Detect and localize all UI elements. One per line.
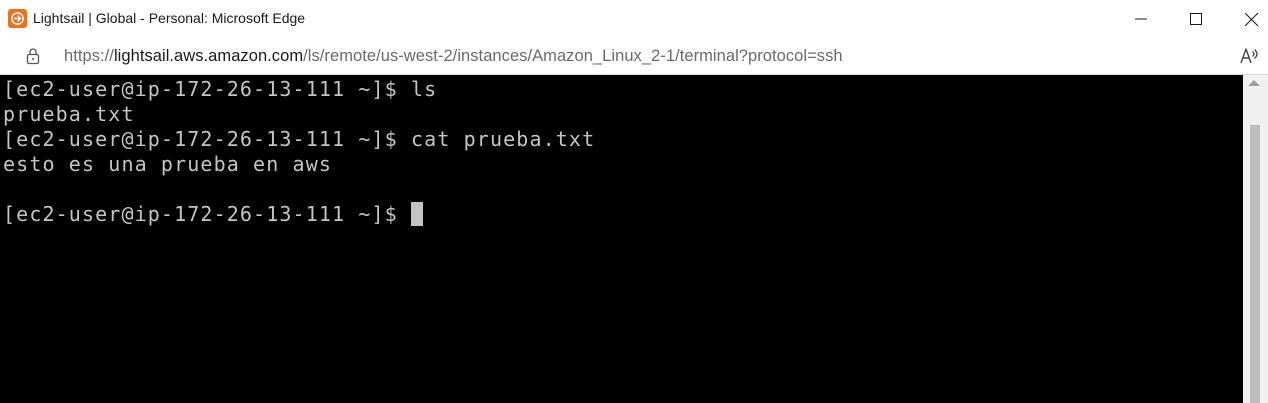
terminal-prompt-line: [ec2-user@ip-172-26-13-111 ~]$ — [3, 202, 423, 227]
minimize-button[interactable] — [1118, 0, 1164, 38]
scroll-up-arrow-icon[interactable] — [1248, 80, 1260, 86]
terminal-line: [ec2-user@ip-172-26-13-111 ~]$ ls — [3, 77, 438, 101]
maximize-icon — [1190, 13, 1202, 25]
maximize-button[interactable] — [1173, 0, 1219, 38]
ssh-terminal[interactable]: [ec2-user@ip-172-26-13-111 ~]$ ls prueba… — [0, 75, 1243, 403]
title-bar: Lightsail | Global - Personal: Microsoft… — [0, 0, 1268, 38]
terminal-prompt: [ec2-user@ip-172-26-13-111 ~]$ — [3, 202, 411, 226]
terminal-scrollbar[interactable] — [1243, 75, 1268, 403]
terminal-line: esto es una prueba en aws — [3, 152, 333, 176]
terminal-cursor — [411, 202, 423, 226]
terminal-line: [ec2-user@ip-172-26-13-111 ~]$ cat prueb… — [3, 127, 596, 151]
minimize-icon — [1135, 18, 1147, 20]
url-field[interactable]: https://lightsail.aws.amazon.com/ls/remo… — [64, 47, 843, 66]
read-aloud-icon[interactable] — [1238, 45, 1260, 67]
window-title: Lightsail | Global - Personal: Microsoft… — [33, 10, 306, 26]
close-icon — [1244, 12, 1258, 26]
close-button[interactable] — [1228, 0, 1268, 38]
lock-icon[interactable] — [24, 47, 42, 65]
lightsail-icon — [8, 9, 27, 28]
address-bar[interactable]: https://lightsail.aws.amazon.com/ls/remo… — [0, 38, 1268, 75]
scroll-thumb[interactable] — [1250, 125, 1260, 403]
url-domain: lightsail.aws.amazon.com — [113, 47, 304, 65]
url-prefix: https:// — [64, 47, 114, 65]
browser-window: Lightsail | Global - Personal: Microsoft… — [0, 0, 1268, 403]
url-path: /ls/remote/us-west-2/instances/Amazon_Li… — [303, 47, 843, 65]
terminal-line: prueba.txt — [3, 102, 135, 126]
